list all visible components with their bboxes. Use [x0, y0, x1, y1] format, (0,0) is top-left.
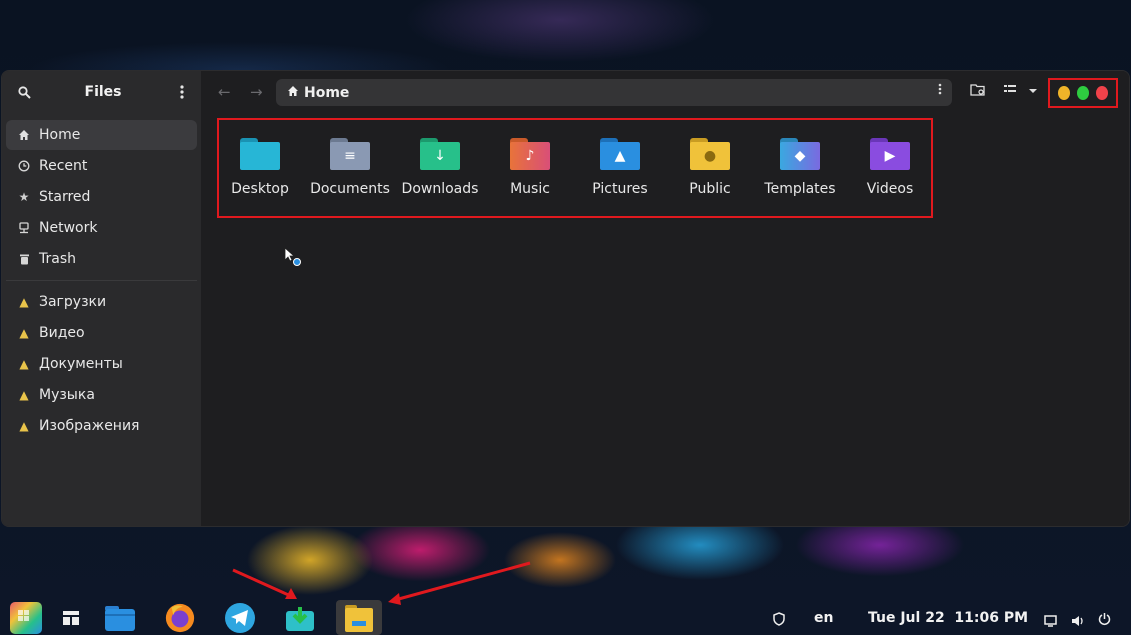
- sidebar-item-bookmark[interactable]: ▲ Документы: [6, 349, 197, 379]
- maximize-button[interactable]: [1076, 86, 1089, 100]
- folder-label: Downloads: [401, 181, 479, 197]
- folder-music[interactable]: ♪ Music: [485, 138, 575, 197]
- sidebar-item-label: Recent: [39, 158, 88, 174]
- sidebar-item-network[interactable]: Network: [6, 213, 197, 243]
- minimize-button[interactable]: [1057, 86, 1070, 100]
- sidebar-header: Files: [2, 71, 201, 113]
- folder-label: Templates: [764, 181, 836, 197]
- window-switcher-icon[interactable]: [55, 602, 87, 634]
- firefox-icon[interactable]: [164, 602, 196, 634]
- breadcrumb[interactable]: Home: [304, 85, 349, 101]
- sidebar-item-bookmark[interactable]: ▲ Видео: [6, 318, 197, 348]
- pictures-folder-icon: ▲: [600, 138, 640, 170]
- chevron-down-icon[interactable]: [1028, 84, 1038, 99]
- star-icon: ★: [18, 190, 30, 204]
- folder-videos[interactable]: ▶ Videos: [845, 138, 935, 197]
- warning-icon: ▲: [19, 388, 29, 402]
- folder-label: Documents: [310, 181, 390, 197]
- templates-folder-icon: ◆: [780, 138, 820, 170]
- folder-label: Public: [689, 181, 731, 197]
- sidebar: Files Home Recent ★ Starred Network Tras…: [2, 71, 202, 526]
- home-icon: [287, 85, 299, 100]
- warning-icon: ▲: [19, 295, 29, 309]
- app-grid-icon[interactable]: [10, 602, 42, 634]
- sidebar-item-recent[interactable]: Recent: [6, 151, 197, 181]
- downloads-folder-icon: ↓: [420, 138, 460, 170]
- files-window: Files Home Recent ★ Starred Network Tras…: [1, 70, 1130, 527]
- back-arrow-icon[interactable]: ←: [218, 83, 231, 101]
- documents-folder-icon: ≡: [330, 138, 370, 170]
- search-icon[interactable]: [15, 83, 33, 101]
- path-bar[interactable]: Home: [276, 79, 952, 106]
- sidebar-item-bookmark[interactable]: ▲ Музыка: [6, 380, 197, 410]
- sidebar-item-bookmark[interactable]: ▲ Загрузки: [6, 287, 197, 317]
- sidebar-item-label: Видео: [39, 325, 85, 341]
- sidebar-item-trash[interactable]: Trash: [6, 244, 197, 274]
- mouse-cursor-icon: [284, 247, 302, 271]
- header-bar: ← → Home: [201, 71, 1129, 113]
- public-folder-icon: ●: [690, 138, 730, 170]
- menu-kebab-icon[interactable]: [173, 83, 191, 101]
- window-controls: [1048, 78, 1118, 108]
- sidebar-divider: [6, 280, 197, 281]
- folder-label: Desktop: [231, 181, 289, 197]
- home-icon: [16, 129, 32, 141]
- clock-icon: [16, 160, 32, 172]
- main-pane: ← → Home Desktop ≡ Documents ↓ Downloads…: [201, 71, 1129, 526]
- sidebar-item-home[interactable]: Home: [6, 120, 197, 150]
- folder-downloads[interactable]: ↓ Downloads: [395, 138, 485, 197]
- screen-icon[interactable]: [1044, 612, 1057, 631]
- app-title: Files: [84, 84, 122, 100]
- clock[interactable]: Tue Jul 22 11:06 PM: [868, 610, 1028, 626]
- desktop-folder-icon: [240, 138, 280, 170]
- folder-label: Music: [510, 181, 550, 197]
- path-menu-icon[interactable]: [938, 83, 942, 99]
- file-manager-taskbar-icon[interactable]: [336, 600, 382, 635]
- music-folder-icon: ♪: [510, 138, 550, 170]
- volume-icon[interactable]: [1071, 612, 1085, 631]
- folder-label: Pictures: [592, 181, 648, 197]
- telegram-icon[interactable]: [224, 602, 256, 634]
- warning-icon: ▲: [19, 326, 29, 340]
- files-taskbar-icon[interactable]: [104, 602, 136, 634]
- search-location-icon[interactable]: [970, 83, 986, 101]
- sidebar-item-starred[interactable]: ★ Starred: [6, 182, 197, 212]
- trash-icon: [16, 253, 32, 265]
- sidebar-item-label: Загрузки: [39, 294, 107, 310]
- folder-label: Videos: [866, 181, 914, 197]
- warning-icon: ▲: [19, 357, 29, 371]
- network-icon: [16, 222, 32, 234]
- folder-grid: Desktop ≡ Documents ↓ Downloads ♪ Music …: [215, 138, 935, 197]
- sidebar-item-label: Музыка: [39, 387, 95, 403]
- forward-arrow-icon[interactable]: →: [250, 83, 263, 101]
- sidebar-item-label: Trash: [39, 251, 76, 267]
- sidebar-item-label: Документы: [39, 356, 123, 372]
- sidebar-item-label: Home: [39, 127, 81, 143]
- folder-pictures[interactable]: ▲ Pictures: [575, 138, 665, 197]
- close-button[interactable]: [1096, 86, 1109, 100]
- videos-folder-icon: ▶: [870, 138, 910, 170]
- shield-icon[interactable]: [773, 611, 785, 630]
- power-icon[interactable]: [1098, 611, 1111, 630]
- sidebar-item-bookmark[interactable]: ▲ Изображения: [6, 411, 197, 441]
- sidebar-item-label: Starred: [39, 189, 91, 205]
- sidebar-item-label: Network: [39, 220, 98, 236]
- sidebar-item-label: Изображения: [39, 418, 140, 434]
- keyboard-layout-indicator[interactable]: en: [814, 610, 833, 626]
- downloads-taskbar-icon[interactable]: [284, 602, 316, 634]
- folder-public[interactable]: ● Public: [665, 138, 755, 197]
- warning-icon: ▲: [19, 419, 29, 433]
- folder-documents[interactable]: ≡ Documents: [305, 138, 395, 197]
- folder-templates[interactable]: ◆ Templates: [755, 138, 845, 197]
- view-list-icon[interactable]: [1004, 83, 1016, 98]
- folder-desktop[interactable]: Desktop: [215, 138, 305, 197]
